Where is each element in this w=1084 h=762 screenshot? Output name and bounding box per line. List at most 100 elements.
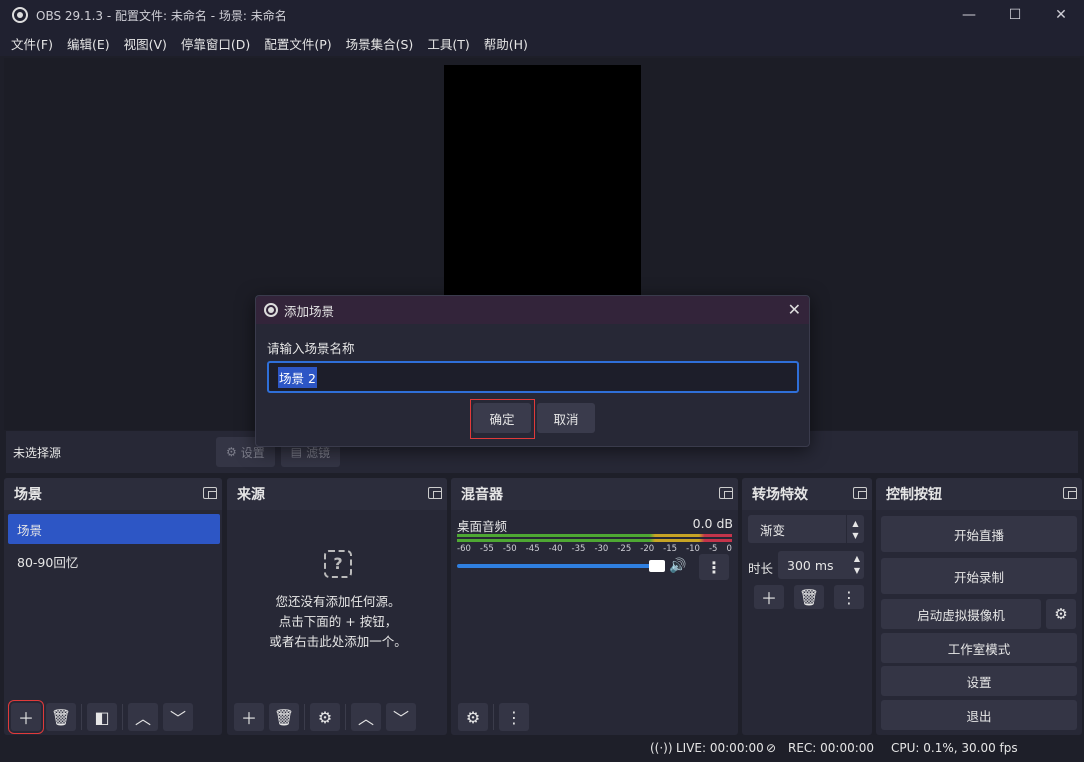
scene-list: 场景 80-90回忆 <box>8 514 220 578</box>
filter-icon: ▤ <box>290 445 303 459</box>
scenes-title: 场景 <box>14 487 42 503</box>
gear-icon: ⚙ <box>1054 605 1068 623</box>
kebab-icon: ⋮ <box>706 557 722 577</box>
controls-title: 控制按钮 <box>886 487 942 503</box>
empty-hint-line: 或者右击此处添加一个。 <box>269 634 407 649</box>
meter-tick: -55 <box>479 544 494 554</box>
cancel-button[interactable]: 取消 <box>537 403 595 433</box>
meter-tick: 0 <box>726 544 732 554</box>
updown-icon: ▲ ▼ <box>846 515 864 543</box>
audio-settings-button[interactable]: ⚙ <box>458 703 488 731</box>
start-stream-button[interactable]: 开始直播 <box>881 516 1077 552</box>
undock-icon[interactable] <box>428 487 442 499</box>
menu-help[interactable]: 帮助(H) <box>477 34 535 53</box>
meter-tick: -35 <box>571 544 586 554</box>
meter-tick: -10 <box>686 544 700 554</box>
trash-icon: 🗑 <box>273 707 295 727</box>
menu-tools[interactable]: 工具(T) <box>420 34 476 53</box>
volume-slider[interactable] <box>457 560 665 572</box>
menu-scene-collection[interactable]: 场景集合(S) <box>339 34 421 53</box>
updown-icon[interactable]: ▲ ▼ <box>854 553 860 577</box>
menu-file[interactable]: 文件(F) <box>4 34 60 53</box>
duration-value: 300 ms <box>787 557 834 573</box>
meter-tick: -30 <box>594 544 609 554</box>
transition-select[interactable]: 渐变 ▲ ▼ <box>748 515 864 543</box>
add-transition-button[interactable]: ＋ <box>754 585 784 609</box>
source-properties-button[interactable]: ⚙ <box>310 703 340 731</box>
chevron-down-icon: ﹀ <box>169 709 186 728</box>
remove-source-button[interactable]: 🗑 <box>269 703 299 731</box>
menu-edit[interactable]: 编辑(E) <box>60 34 117 53</box>
scene-filters-button[interactable]: ◧ <box>87 703 117 731</box>
minimize-button[interactable]: — <box>946 0 992 30</box>
menu-bar: 文件(F) 编辑(E) 视图(V) 停靠窗口(D) 配置文件(P) 场景集合(S… <box>0 30 1084 56</box>
kebab-icon: ⋮ <box>841 587 857 607</box>
menu-docks[interactable]: 停靠窗口(D) <box>174 34 257 53</box>
meter-tick: -50 <box>502 544 517 554</box>
meter-ticks: -60 -55 -50 -45 -40 -35 -30 -25 -20 -15 -10 -5 0 <box>457 544 732 554</box>
dialog-prompt: 请输入场景名称 <box>267 341 355 356</box>
meter-tick: -25 <box>617 544 632 554</box>
menu-view[interactable]: 视图(V) <box>117 34 174 53</box>
scene-item[interactable]: 80-90回忆 <box>8 546 220 576</box>
audio-level: 0.0 dB <box>692 516 733 531</box>
no-source-label: 未选择源 <box>13 445 62 460</box>
transitions-dock: 转场特效 渐变 ▲ ▼ 时长 300 ms ▲ ▼ ＋ 🗑 ⋮ <box>742 478 872 735</box>
meter-tick: -20 <box>640 544 655 554</box>
undock-icon[interactable] <box>719 487 733 499</box>
virtual-camera-settings-button[interactable]: ⚙ <box>1046 599 1076 629</box>
obs-logo-icon <box>12 7 28 23</box>
settings-button[interactable]: 设置 <box>881 666 1077 696</box>
speaker-icon[interactable]: 🔊 <box>669 558 686 574</box>
sources-title: 来源 <box>237 487 265 503</box>
status-bar: ((·)) LIVE: 00:00:00 ⊘ REC: 00:00:00 CPU… <box>0 737 1084 762</box>
dialog-title: 添加场景 <box>284 303 335 319</box>
meter-tick: -45 <box>525 544 540 554</box>
chevron-up-icon: ︿ <box>134 709 151 728</box>
mixer-dock: 混音器 桌面音频 0.0 dB -60 -55 -50 -45 -40 -35 -30 -25… <box>451 478 738 735</box>
menu-profile[interactable]: 配置文件(P) <box>257 34 338 53</box>
exit-button[interactable]: 退出 <box>881 700 1077 730</box>
studio-mode-button[interactable]: 工作室模式 <box>881 633 1077 663</box>
scene-name-input[interactable]: 场景 2 <box>267 361 799 393</box>
close-window-button[interactable]: ✕ <box>1038 0 1084 30</box>
start-record-button[interactable]: 开始录制 <box>881 558 1077 594</box>
dialog-title-bar: 添加场景 ✕ <box>256 296 809 324</box>
undock-icon[interactable] <box>853 487 867 499</box>
duration-spinbox[interactable]: 300 ms ▲ ▼ <box>778 551 864 579</box>
undock-icon[interactable] <box>203 487 217 499</box>
maximize-button[interactable]: ☐ <box>992 0 1038 30</box>
mixer-menu-button[interactable]: ⋮ <box>499 703 529 731</box>
title-bar: OBS 29.1.3 - 配置文件: 未命名 - 场景: 未命名 — ☐ ✕ <box>0 0 1084 30</box>
move-source-up-button[interactable]: ︿ <box>351 703 381 731</box>
trash-icon: 🗑 <box>50 707 72 727</box>
transition-menu-button[interactable]: ⋮ <box>834 585 864 609</box>
filter-icon: ◧ <box>94 707 110 727</box>
gear-icon: ⚙ <box>317 707 333 727</box>
remove-transition-button[interactable]: 🗑 <box>794 585 824 609</box>
scene-item[interactable]: 场景 <box>8 514 220 544</box>
mixer-title: 混音器 <box>461 487 503 503</box>
ok-button[interactable]: 确定 <box>473 403 531 433</box>
sources-dock[interactable]: 来源 ? 您还没有添加任何源。 点击下面的 + 按钮， 或者右击此处添加一个。 … <box>227 478 447 735</box>
remove-scene-button[interactable]: 🗑 <box>46 703 76 731</box>
duration-label: 时长 <box>748 561 774 576</box>
move-scene-down-button[interactable]: ﹀ <box>163 703 193 731</box>
add-source-button[interactable]: ＋ <box>234 703 264 731</box>
move-source-down-button[interactable]: ﹀ <box>386 703 416 731</box>
trash-icon: 🗑 <box>798 587 820 607</box>
virtual-camera-button[interactable]: 启动虚拟摄像机 <box>881 599 1041 629</box>
live-icon: ((·)) <box>650 741 673 755</box>
add-scene-dialog: 添加场景 ✕ 请输入场景名称 场景 2 确定 取消 <box>255 295 810 447</box>
audio-menu-button[interactable]: ⋮ <box>699 554 729 580</box>
add-scene-button[interactable]: ＋ <box>8 700 44 734</box>
audio-channel-name: 桌面音频 <box>457 519 508 534</box>
rec-time: REC: 00:00:00 <box>788 741 875 755</box>
volume-slider-handle[interactable] <box>649 560 665 572</box>
transitions-title: 转场特效 <box>752 487 808 503</box>
gears-icon: ⚙ <box>465 707 481 727</box>
undock-icon[interactable] <box>1063 487 1077 499</box>
move-scene-up-button[interactable]: ︿ <box>128 703 158 731</box>
close-icon[interactable]: ✕ <box>788 300 801 319</box>
meter-tick: -60 <box>457 544 471 554</box>
